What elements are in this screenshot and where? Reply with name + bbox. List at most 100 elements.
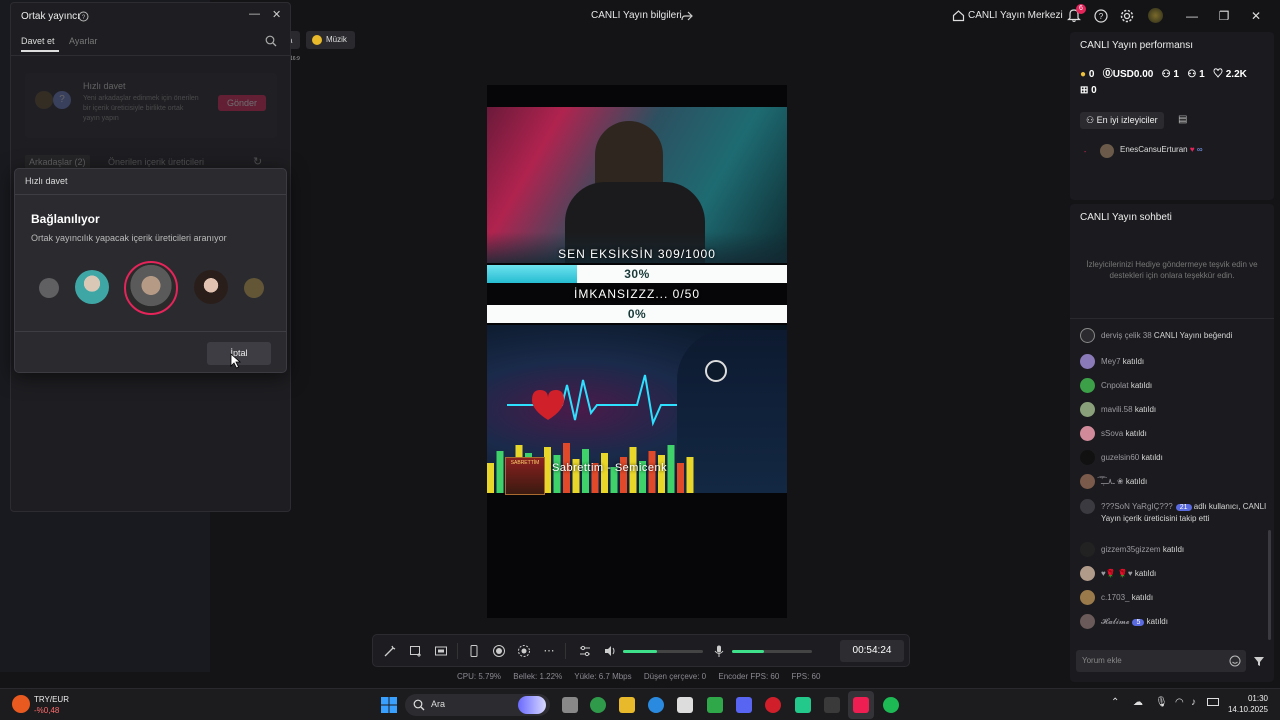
tab-friends[interactable]: Arkadaşlar (2) — [25, 155, 90, 169]
chat-message-body: derviş çelik 38 CANLI Yayını beğendi — [1101, 330, 1268, 341]
tab-suggested[interactable]: Önerilen içerik üreticileri — [108, 157, 204, 167]
tab-invite[interactable]: Davet et — [21, 36, 55, 46]
chat-username[interactable]: c.1703_ — [1101, 593, 1129, 602]
chat-message[interactable]: gizzem35gizzem katıldı — [1080, 542, 1268, 557]
top-viewer-name[interactable]: EnesCansuErturan ♥ ∞ — [1120, 145, 1203, 154]
list-icon[interactable]: ▤ — [1178, 114, 1187, 125]
microphone-icon[interactable] — [712, 644, 726, 658]
emoji-icon[interactable] — [1229, 655, 1241, 667]
chat-message[interactable]: 𝓗𝓪𝓵𝓲𝓶𝓮 5 katıldı — [1080, 614, 1268, 629]
chat-username[interactable]: 𝓗𝓪𝓵𝓲𝓶𝓮 — [1101, 617, 1129, 626]
chat-message[interactable]: c.1703_ katıldı — [1080, 590, 1268, 605]
equalizer-bar — [487, 463, 494, 493]
taskbar-search[interactable]: Ara — [405, 694, 550, 716]
stream-info-title[interactable]: CANLI Yayın bilgileri — [591, 10, 682, 21]
chat-avatar — [1080, 542, 1095, 557]
clock-date[interactable]: 14.10.2025 — [1222, 705, 1268, 714]
chat-username[interactable]: Cnpolat — [1101, 381, 1129, 390]
profile-avatar[interactable] — [1148, 8, 1163, 23]
xbox-icon[interactable] — [707, 697, 723, 713]
close-window-icon[interactable]: ✕ — [1241, 0, 1271, 32]
send-button[interactable]: Gönder — [218, 95, 266, 111]
record-icon[interactable] — [492, 644, 506, 658]
chat-message[interactable]: ـ٨ـ̣ـ͡ـٰ͡ ❀ katıldı — [1080, 474, 1268, 489]
discord-icon[interactable] — [736, 697, 752, 713]
battery-icon[interactable] — [1207, 698, 1219, 706]
chat-username[interactable]: Mey7 — [1101, 357, 1121, 366]
magic-wand-icon[interactable] — [383, 644, 397, 658]
chat-message[interactable]: Mey7 katıldı — [1080, 354, 1268, 369]
capture-icon[interactable] — [517, 644, 531, 658]
chat-message[interactable]: Cnpolat katıldı — [1080, 378, 1268, 393]
home-icon[interactable] — [952, 9, 965, 22]
dialog-title: Bağlanılıyor — [31, 212, 100, 226]
aspect-label: 16:9 — [290, 56, 300, 62]
mic-slider[interactable] — [732, 650, 812, 653]
category-chip-music[interactable]: Müzik — [306, 31, 355, 49]
chat-message[interactable]: sSova katıldı — [1080, 426, 1268, 441]
chat-message[interactable]: derviş çelik 38 CANLI Yayını beğendi — [1080, 328, 1268, 343]
tiktok-live-icon[interactable] — [853, 697, 869, 713]
help-icon[interactable]: ? — [1094, 9, 1108, 23]
close-panel-icon[interactable]: ✕ — [272, 8, 281, 21]
mic-tray-icon[interactable]: 🎙︎ — [1155, 697, 1168, 708]
filter-icon[interactable] — [1253, 655, 1265, 667]
top-viewers-tab[interactable]: ⚇ En iyi izleyiciler — [1080, 112, 1164, 129]
store-icon[interactable] — [677, 697, 693, 713]
volume-slider[interactable] — [623, 650, 703, 653]
layout-icon[interactable] — [434, 644, 448, 658]
chat-message[interactable]: ???SoN YaRgIÇ??? 21 adlı kullanıcı, CANLI… — [1080, 499, 1268, 524]
chat-message-body: ???SoN YaRgIÇ??? 21 adlı kullanıcı, CANLI… — [1101, 501, 1268, 524]
file-explorer-icon[interactable] — [619, 697, 635, 713]
portrait-mode-icon[interactable] — [467, 644, 481, 658]
quick-invite-card[interactable]: ? Hızlı davet Yeni arkadaşlar edinmek iç… — [25, 73, 277, 138]
chat-username[interactable]: ـ٨ـ̣ـ͡ـٰ͡ ❀ — [1101, 477, 1124, 486]
chat-username[interactable]: guzelsin60 — [1101, 453, 1139, 462]
task-view-icon[interactable] — [562, 697, 578, 713]
chat-message[interactable]: guzelsin60 katıldı — [1080, 450, 1268, 465]
app-green-icon[interactable] — [795, 697, 811, 713]
control-separator-2 — [565, 643, 566, 659]
opera-icon[interactable] — [765, 697, 781, 713]
search-icon[interactable] — [265, 35, 277, 47]
share-icon[interactable] — [681, 10, 693, 22]
comment-input[interactable]: Yorum ekle — [1076, 650, 1246, 672]
chat-message[interactable]: ♥🌹 🌹♥ katıldı — [1080, 566, 1268, 581]
level-badge: 21 — [1175, 504, 1192, 511]
info-icon[interactable]: ? — [78, 11, 89, 22]
more-options-icon[interactable]: ⋯ — [542, 644, 556, 658]
maximize-icon[interactable]: ❐ — [1209, 0, 1239, 32]
volume-tray-icon[interactable]: ♪ — [1191, 697, 1196, 708]
minimize-panel-icon[interactable]: — — [249, 8, 260, 20]
minimize-icon[interactable]: — — [1177, 0, 1207, 32]
stream-preview[interactable]: SEN EKSİKSİN 309/1000 30% İMKANSIZZZ... … — [487, 85, 787, 618]
live-center-link[interactable]: CANLI Yayın Merkezi — [968, 10, 1063, 21]
chat-message[interactable]: mavili.58 katıldı — [1080, 402, 1268, 417]
settings-sliders-icon[interactable] — [578, 644, 592, 658]
windows-start-icon[interactable] — [381, 697, 397, 713]
clock-time[interactable]: 01:30 — [1238, 694, 1268, 703]
tf-app-icon[interactable] — [824, 697, 840, 713]
chat-username[interactable]: mavili.58 — [1101, 405, 1133, 414]
cloud-icon[interactable]: ☁ — [1133, 697, 1143, 708]
currency-widget-icon[interactable] — [12, 695, 30, 713]
chat-username[interactable]: ♥🌹 🌹♥ — [1101, 569, 1133, 578]
add-source-icon[interactable] — [409, 644, 423, 658]
tray-expand-icon[interactable]: ⌃ — [1111, 697, 1119, 708]
cpu-stat: CPU: 5.79% — [457, 672, 502, 681]
chat-username[interactable]: derviş çelik 38 — [1101, 331, 1152, 340]
chat-username[interactable]: gizzem35gizzem — [1101, 545, 1161, 554]
chat-scrollbar[interactable] — [1268, 530, 1271, 640]
gear-icon[interactable] — [1120, 9, 1134, 23]
edge-browser-icon[interactable] — [648, 697, 664, 713]
refresh-icon[interactable]: ↻ — [253, 155, 262, 168]
chat-username[interactable]: sSova — [1101, 429, 1123, 438]
spotify-icon[interactable] — [883, 697, 899, 713]
wifi-icon[interactable]: ◠ — [1175, 697, 1184, 708]
speaker-icon[interactable] — [603, 644, 617, 658]
currency-pair[interactable]: TRY/EUR — [34, 695, 69, 704]
cohost-title: Ortak yayıncı — [21, 11, 80, 22]
chat-username[interactable]: ???SoN YaRgIÇ??? — [1101, 502, 1173, 511]
tab-settings[interactable]: Ayarlar — [69, 36, 97, 46]
xbox-app-icon[interactable] — [590, 697, 606, 713]
